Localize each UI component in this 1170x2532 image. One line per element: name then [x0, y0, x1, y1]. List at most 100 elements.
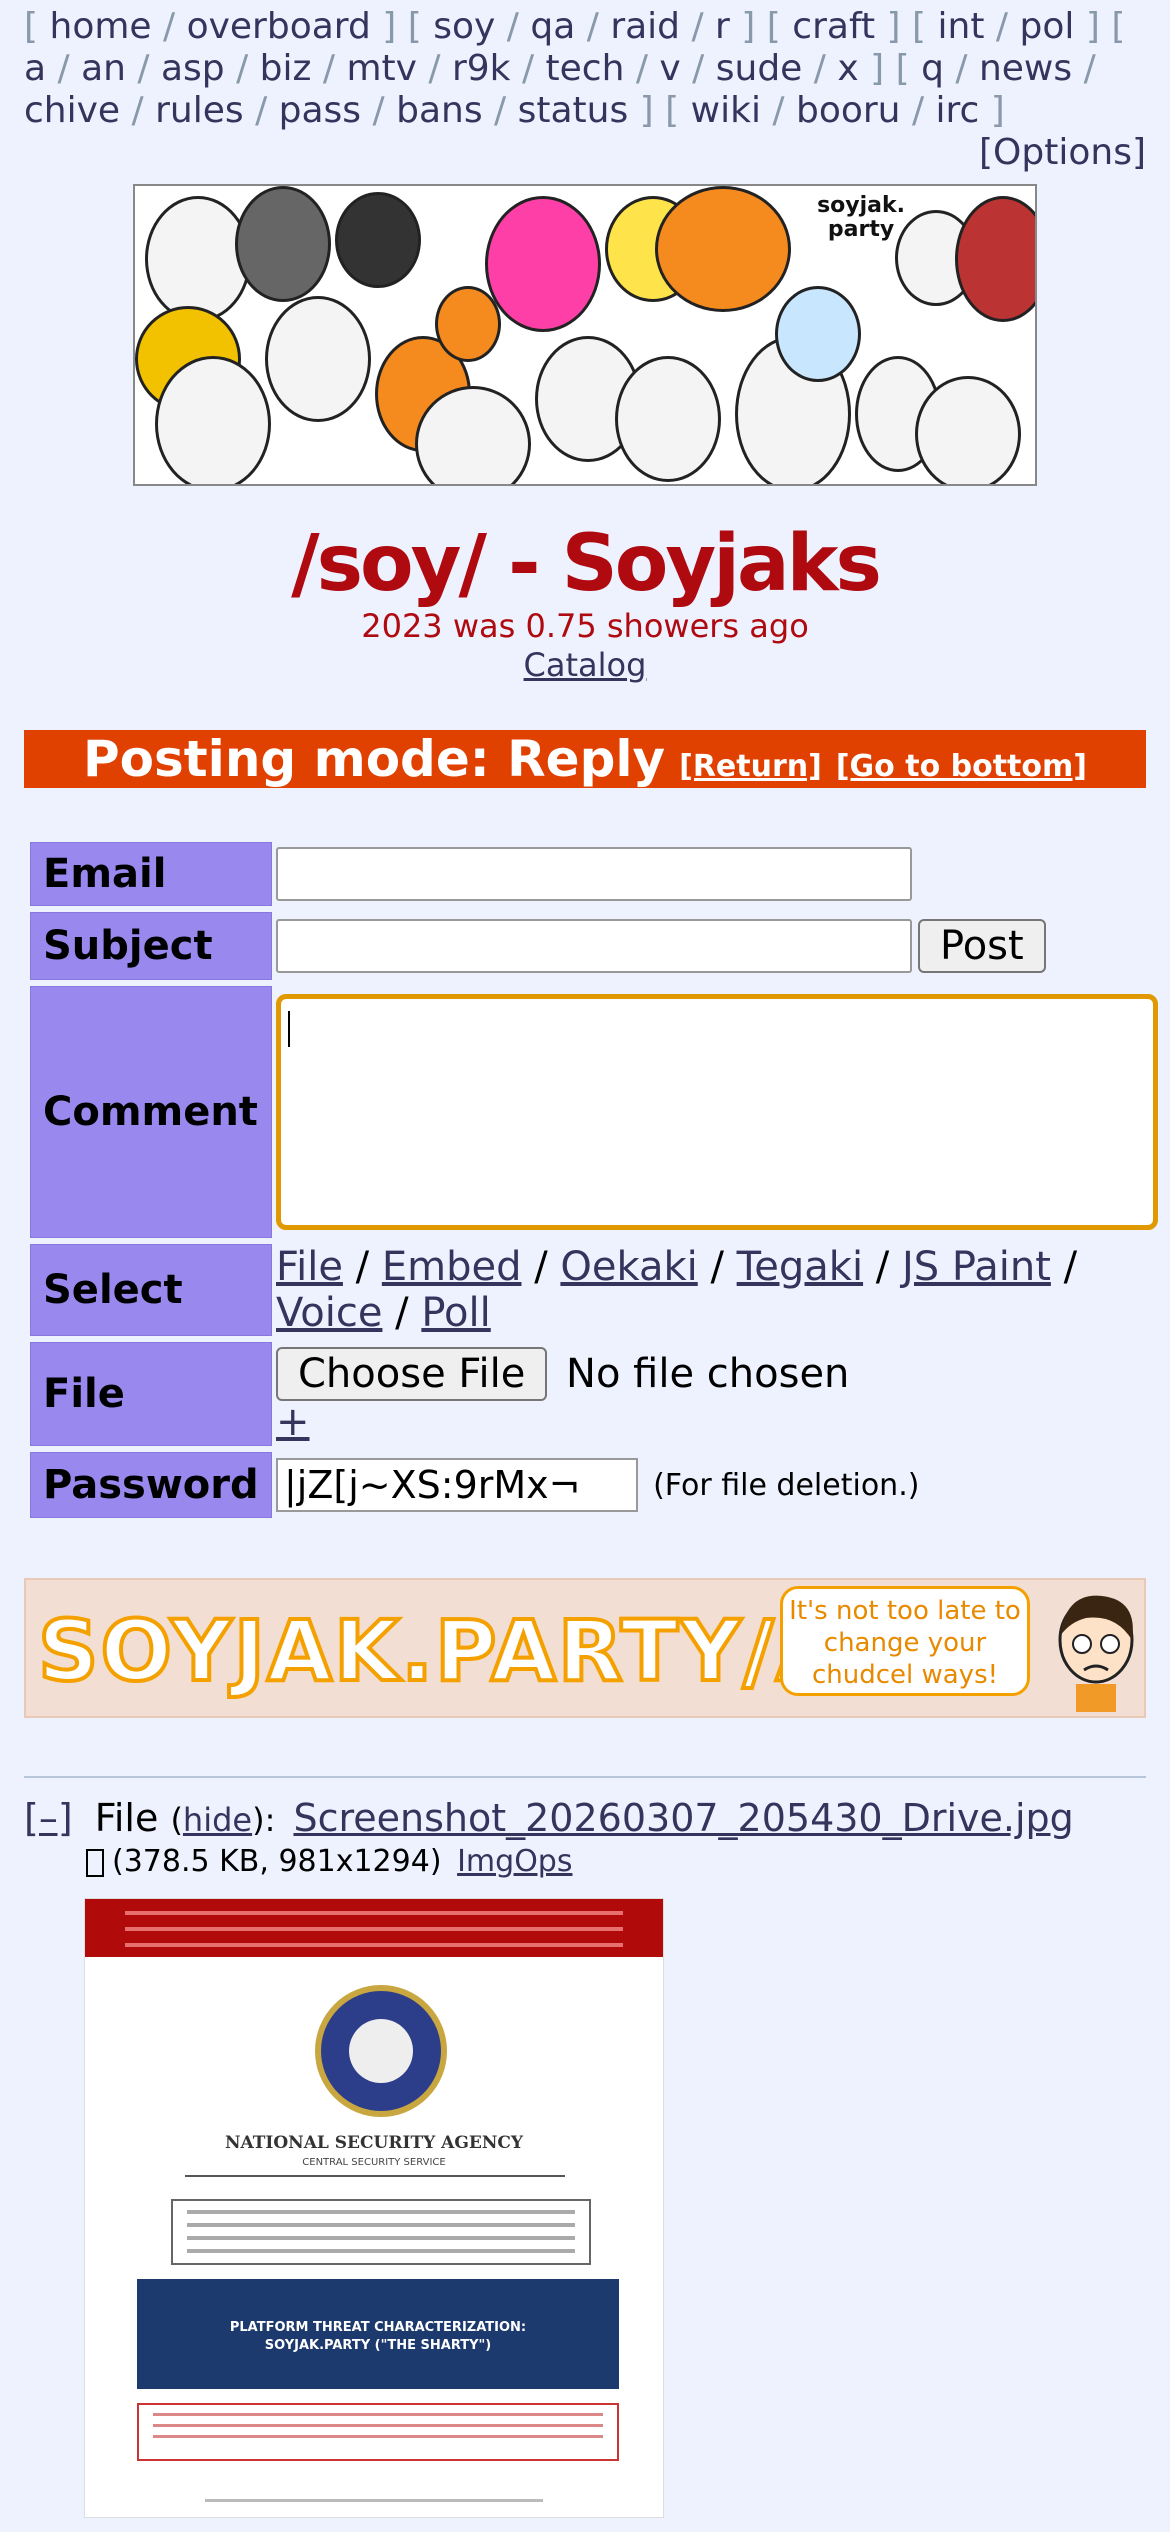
no-file-chosen-text: No file chosen: [566, 1351, 850, 1397]
select-label: Select: [30, 1244, 272, 1336]
nav-separator: /: [482, 90, 518, 131]
doc-heading-box: PLATFORM THREAT CHARACTERIZATION: SOYJAK…: [137, 2279, 619, 2389]
nav-link-raid[interactable]: raid: [610, 6, 680, 47]
return-link[interactable]: [Return]: [679, 749, 822, 784]
nav-link-x[interactable]: x: [837, 48, 858, 89]
subject-label: Subject: [30, 912, 272, 980]
nav-link-an[interactable]: an: [81, 48, 126, 89]
select-options: File / Embed / Oekaki / Tegaki / JS Pain…: [276, 1244, 1078, 1336]
board-title: /soy/ - Soyjaks: [291, 519, 882, 609]
posting-mode-text: Posting mode: Reply: [83, 730, 666, 788]
file-meta: (378.5 KB, 981x1294): [112, 1844, 442, 1879]
nav-link-craft[interactable]: craft: [792, 6, 875, 47]
attached-image-thumbnail[interactable]: NATIONAL SECURITY AGENCY CENTRAL SECURIT…: [84, 1898, 664, 2518]
file-glyph-icon: [86, 1848, 104, 1877]
nav-separator: /: [575, 6, 611, 47]
board-list-nav: [ home / overboard ] [ soy / qa / raid /…: [0, 0, 1170, 132]
nav-link-r[interactable]: r: [715, 6, 730, 47]
board-banner-image[interactable]: soyjak. party: [133, 184, 1037, 486]
nav-link-bans[interactable]: bans: [396, 90, 482, 131]
nav-separator: /: [510, 48, 546, 89]
text-caret: [288, 1011, 290, 1047]
nav-link-pol[interactable]: pol: [1020, 6, 1075, 47]
banner-site-name: soyjak. party: [817, 193, 905, 242]
doc-warning-box: [137, 2403, 619, 2461]
file-label: File: [30, 1342, 272, 1446]
nav-link-asp[interactable]: asp: [161, 48, 225, 89]
add-file-link[interactable]: +: [276, 1399, 310, 1445]
nav-link-biz[interactable]: biz: [260, 48, 312, 89]
file-meta-row: (378.5 KB, 981x1294) ImgOps: [86, 1842, 1170, 1882]
separator: [24, 1776, 1146, 1778]
file-name-link[interactable]: Screenshot_20260307_205430_Drive.jpg: [293, 1796, 1073, 1840]
post-button[interactable]: Post: [918, 919, 1046, 973]
doc-metadata-box: [171, 2199, 591, 2265]
nav-separator: /: [984, 6, 1020, 47]
nav-link-int[interactable]: int: [938, 6, 985, 47]
nav-link-mtv[interactable]: mtv: [346, 48, 417, 89]
nav-link-wiki[interactable]: wiki: [691, 90, 761, 131]
nav-link-irc[interactable]: irc: [936, 90, 980, 131]
nav-bracket: ]: [729, 6, 767, 47]
file-info: [–] File (hide): Screenshot_20260307_205…: [24, 1796, 1074, 1840]
nav-bracket: [: [895, 48, 922, 89]
hide-file-link[interactable]: hide: [183, 1801, 252, 1839]
email-field[interactable]: [276, 847, 912, 901]
nav-link-status[interactable]: status: [518, 90, 629, 131]
nav-link-v[interactable]: v: [659, 48, 680, 89]
nav-bracket: [: [407, 6, 434, 47]
nav-link-a[interactable]: a: [24, 48, 46, 89]
nav-separator: /: [802, 48, 838, 89]
comment-textarea[interactable]: [276, 994, 1158, 1230]
agency-seal-icon: [315, 1985, 447, 2117]
nav-separator: /: [680, 48, 716, 89]
collapse-toggle[interactable]: [–]: [24, 1796, 73, 1840]
imgops-link[interactable]: ImgOps: [457, 1844, 572, 1879]
options-row: [Options]: [0, 132, 1170, 174]
nav-separator: /: [361, 90, 397, 131]
select-file-link[interactable]: File: [276, 1244, 343, 1290]
ad-banner[interactable]: SOYJAK.PARTY/A It's not too late to chan…: [24, 1578, 1146, 1718]
select-tegaki-link[interactable]: Tegaki: [737, 1244, 863, 1290]
catalog-link[interactable]: Catalog: [524, 646, 647, 684]
nav-link-tech[interactable]: tech: [546, 48, 625, 89]
nav-link-booru[interactable]: booru: [796, 90, 901, 131]
doc-heading: PLATFORM THREAT CHARACTERIZATION: SOYJAK…: [229, 2320, 527, 2353]
banner-wrap: soyjak. party: [0, 184, 1170, 486]
password-field[interactable]: |jZ[j~XS:9rMx¬: [276, 1458, 638, 1512]
nav-link-overboard[interactable]: overboard: [187, 6, 371, 47]
nav-link-rules[interactable]: rules: [155, 90, 244, 131]
select-oekaki-link[interactable]: Oekaki: [560, 1244, 697, 1290]
nav-separator: /: [900, 90, 936, 131]
nav-bracket: ]: [628, 90, 666, 131]
board-subtitle: 2023 was 0.75 showers ago: [361, 607, 809, 645]
nav-separator: /: [760, 90, 796, 131]
nav-link-chive[interactable]: chive: [24, 90, 120, 131]
nav-link-news[interactable]: news: [979, 48, 1072, 89]
select-poll-link[interactable]: Poll: [421, 1290, 490, 1336]
subject-field[interactable]: [276, 919, 912, 973]
nav-link-home[interactable]: home: [50, 6, 152, 47]
nav-link-q[interactable]: q: [921, 48, 944, 89]
nav-link-qa[interactable]: qa: [530, 6, 575, 47]
nav-link-r9k[interactable]: r9k: [452, 48, 511, 89]
select-embed-link[interactable]: Embed: [382, 1244, 522, 1290]
nav-link-soy[interactable]: soy: [433, 6, 495, 47]
classification-banner: [85, 1899, 663, 1957]
nav-bracket: [: [665, 90, 691, 131]
select-jspaint-link[interactable]: JS Paint: [902, 1244, 1051, 1290]
go-to-bottom-link[interactable]: [Go to bottom]: [836, 749, 1087, 784]
doc-divider: [185, 2175, 565, 2177]
nav-bracket: ]: [1074, 6, 1112, 47]
nav-link-pass[interactable]: pass: [279, 90, 361, 131]
file-label-text: File: [94, 1796, 159, 1840]
doc-service: CENTRAL SECURITY SERVICE: [302, 2157, 446, 2168]
select-voice-link[interactable]: Voice: [276, 1290, 382, 1336]
choose-file-button[interactable]: Choose File: [276, 1347, 548, 1401]
nav-bracket: ]: [370, 6, 408, 47]
nav-bracket: ]: [875, 6, 913, 47]
nav-link-sude[interactable]: sude: [716, 48, 803, 89]
nav-separator: /: [311, 48, 347, 89]
options-link[interactable]: [Options]: [979, 132, 1146, 173]
nav-bracket: [: [766, 6, 793, 47]
